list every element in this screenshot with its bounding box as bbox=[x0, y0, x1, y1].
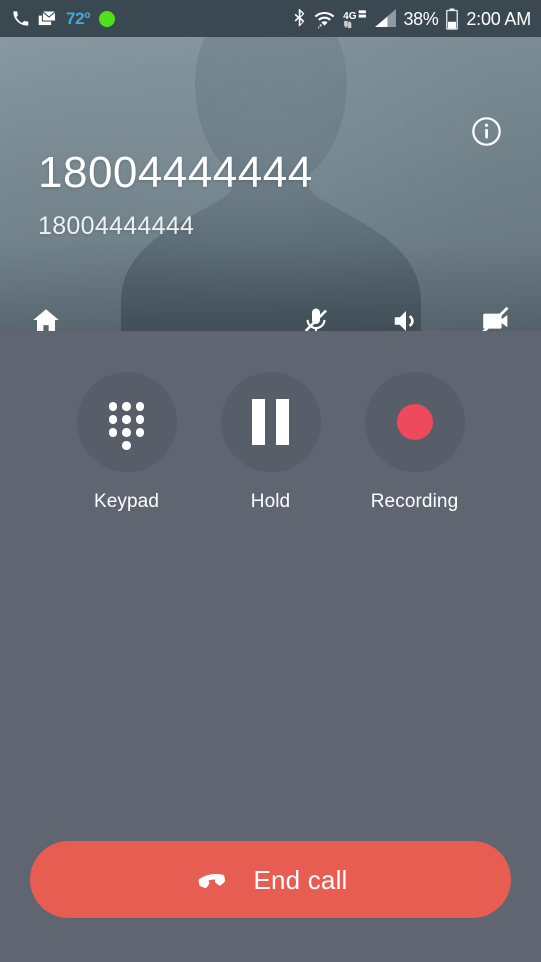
call-info-button[interactable] bbox=[469, 114, 503, 148]
temperature-label: 72º bbox=[66, 9, 91, 28]
bluetooth-icon bbox=[293, 8, 306, 29]
status-bar-right: 4G 38% 2:00 AM bbox=[293, 7, 531, 30]
mute-button[interactable] bbox=[288, 293, 344, 331]
call-number-primary: 18004444444 bbox=[38, 148, 313, 197]
end-call-handset-icon bbox=[199, 873, 226, 888]
video-off-icon bbox=[481, 306, 509, 331]
call-screen: 72º 4G 38% 2:00 AM 18004444444 180044444… bbox=[0, 0, 541, 962]
hold-button-label: Hold bbox=[250, 491, 291, 512]
keypad-button-label: Keypad bbox=[93, 491, 160, 512]
status-indicator-dot bbox=[99, 10, 116, 27]
cellular-signal-icon bbox=[374, 9, 396, 28]
pause-icon bbox=[252, 399, 289, 445]
home-button[interactable] bbox=[18, 293, 74, 331]
keypad-button[interactable]: Keypad bbox=[76, 372, 177, 512]
info-icon bbox=[471, 116, 501, 146]
speaker-button[interactable] bbox=[378, 293, 434, 331]
control-button-row: Keypad Hold Recording bbox=[0, 372, 541, 511]
clock-label: 2:00 AM bbox=[466, 8, 531, 29]
photo-action-bar bbox=[0, 293, 541, 331]
svg-text:4G: 4G bbox=[343, 11, 357, 22]
recording-button-circle bbox=[364, 372, 465, 472]
record-dot-icon bbox=[396, 404, 433, 440]
end-call-button[interactable]: End call bbox=[30, 841, 511, 918]
recording-button-label: Recording bbox=[370, 491, 459, 512]
hold-button-circle bbox=[220, 372, 321, 472]
wifi-icon bbox=[314, 9, 335, 29]
call-number-secondary: 18004444444 bbox=[38, 212, 195, 240]
battery-icon bbox=[446, 7, 459, 30]
network-4glte-icon: 4G bbox=[343, 9, 367, 29]
contact-photo-area: 18004444444 18004444444 bbox=[0, 37, 541, 331]
speaker-icon bbox=[394, 311, 414, 331]
status-bar: 72º 4G 38% 2:00 AM bbox=[0, 0, 541, 37]
home-icon bbox=[33, 309, 59, 331]
phone-icon bbox=[12, 10, 29, 27]
hold-button[interactable]: Hold bbox=[220, 372, 321, 512]
end-call-label: End call bbox=[253, 864, 348, 895]
dialpad-icon bbox=[107, 398, 147, 450]
video-off-button[interactable] bbox=[468, 293, 524, 331]
battery-percent-label: 38% bbox=[403, 8, 439, 29]
keypad-button-circle bbox=[76, 372, 177, 472]
status-bar-left: 72º bbox=[12, 9, 116, 28]
mail-icon bbox=[38, 10, 57, 27]
recording-button[interactable]: Recording bbox=[364, 372, 465, 512]
microphone-muted-icon bbox=[304, 308, 327, 331]
